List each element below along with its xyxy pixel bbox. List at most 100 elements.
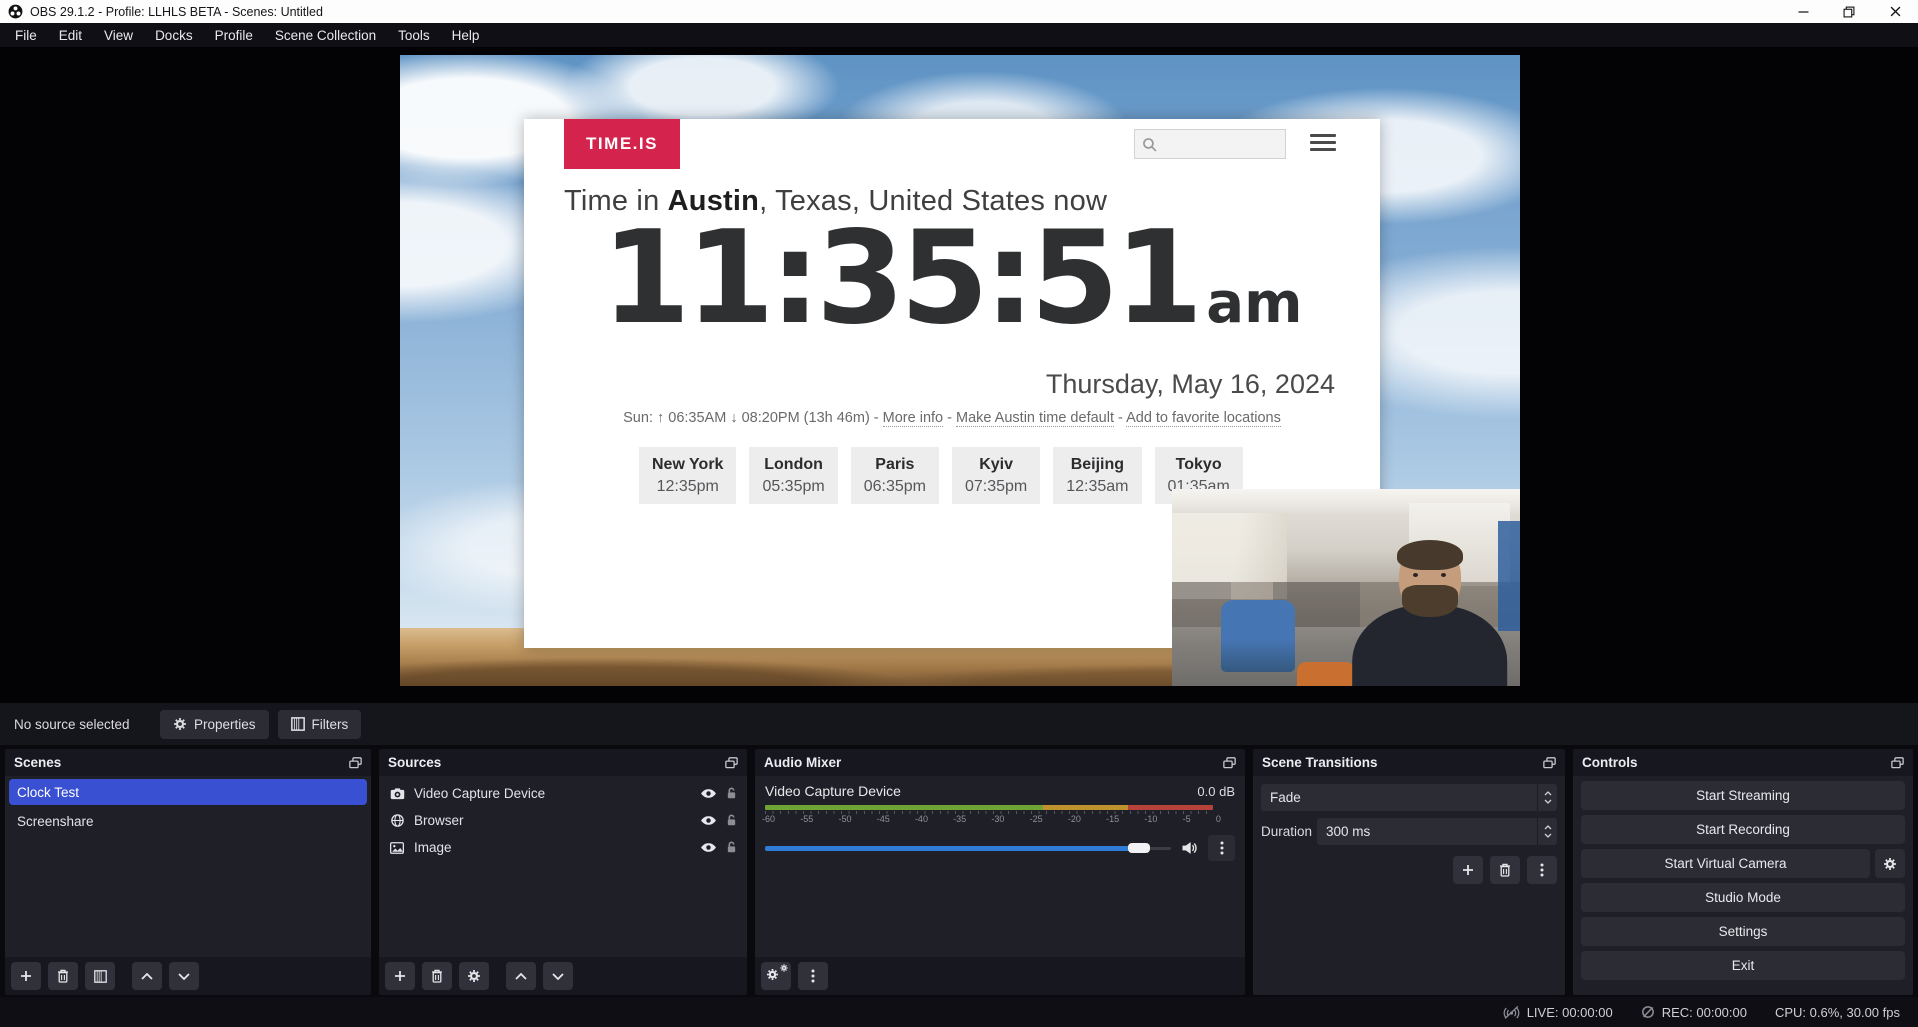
menu-edit[interactable]: Edit: [48, 23, 93, 47]
scene-transitions-header[interactable]: Scene Transitions: [1253, 749, 1565, 776]
scene-item[interactable]: Clock Test: [9, 779, 367, 805]
scenes-panel-header[interactable]: Scenes: [5, 749, 371, 776]
remove-transition-button[interactable]: [1490, 856, 1520, 884]
move-source-up-button[interactable]: [506, 962, 536, 990]
filters-button[interactable]: Filters: [278, 710, 362, 739]
trash-icon: [431, 969, 443, 983]
mixer-toolbar: [755, 957, 1245, 995]
popout-icon[interactable]: [1543, 757, 1556, 769]
link-add-favorite: Add to favorite locations: [1126, 410, 1281, 427]
volume-slider[interactable]: [765, 842, 1171, 854]
preview-canvas[interactable]: TIME.IS Time in Austin, Texas, United St…: [0, 47, 1918, 703]
timeis-logo: TIME.IS: [564, 119, 680, 169]
meter-tick-label: -40: [915, 814, 928, 824]
trash-icon: [57, 969, 69, 983]
menu-tools[interactable]: Tools: [387, 23, 441, 47]
restore-icon: [1843, 6, 1855, 18]
scene-list: Clock Test Screenshare: [5, 776, 371, 957]
virtual-camera-settings-button[interactable]: [1875, 849, 1905, 878]
kebab-icon: [1220, 841, 1224, 855]
minimize-button[interactable]: [1780, 0, 1826, 23]
move-source-down-button[interactable]: [543, 962, 573, 990]
chevron-down-icon: [1544, 833, 1552, 838]
meter-tick-label: -10: [1144, 814, 1157, 824]
source-row[interactable]: Image: [379, 834, 747, 861]
studio-mode-button[interactable]: Studio Mode: [1581, 883, 1905, 912]
menu-scene-collection[interactable]: Scene Collection: [264, 23, 387, 47]
search-box: [1134, 129, 1286, 159]
lock-open-icon[interactable]: [726, 787, 737, 800]
visibility-eye-icon[interactable]: [700, 788, 717, 799]
audio-meter: [765, 805, 1213, 810]
speaker-icon[interactable]: [1181, 841, 1198, 855]
close-button[interactable]: [1872, 0, 1918, 23]
popout-icon[interactable]: [349, 757, 362, 769]
mixer-channel-name: Video Capture Device: [765, 783, 901, 799]
start-recording-button[interactable]: Start Recording: [1581, 815, 1905, 844]
meter-tick-label: -60: [762, 814, 775, 824]
add-source-button[interactable]: [385, 962, 415, 990]
move-scene-up-button[interactable]: [132, 962, 162, 990]
source-row[interactable]: Video Capture Device: [379, 780, 747, 807]
program-preview[interactable]: TIME.IS Time in Austin, Texas, United St…: [400, 55, 1520, 686]
menu-profile[interactable]: Profile: [204, 23, 264, 47]
visibility-eye-icon[interactable]: [700, 815, 717, 826]
mixer-menu-button[interactable]: [798, 962, 828, 990]
menu-file[interactable]: File: [4, 23, 48, 47]
restore-button[interactable]: [1826, 0, 1872, 23]
add-scene-button[interactable]: [11, 962, 41, 990]
advanced-audio-properties-button[interactable]: [761, 962, 791, 990]
webcam-overlay[interactable]: [1172, 489, 1520, 686]
exit-button[interactable]: Exit: [1581, 951, 1905, 980]
audio-mixer-header[interactable]: Audio Mixer: [755, 749, 1245, 776]
menu-help[interactable]: Help: [441, 23, 491, 47]
chevron-up-icon: [1544, 791, 1552, 796]
source-list: Video Capture Device Browser Image: [379, 776, 747, 957]
transition-properties-button[interactable]: [1527, 856, 1557, 884]
gear-icon: [467, 969, 481, 983]
source-properties-button[interactable]: [459, 962, 489, 990]
chevron-up-icon: [515, 973, 527, 980]
lock-open-icon[interactable]: [726, 841, 737, 854]
volume-handle[interactable]: [1128, 843, 1150, 853]
mixer-channel-menu-button[interactable]: [1208, 835, 1235, 861]
plus-icon: [20, 970, 32, 982]
menu-docks[interactable]: Docks: [144, 23, 204, 47]
start-virtual-camera-button[interactable]: Start Virtual Camera: [1581, 849, 1870, 878]
person-beard: [1402, 585, 1458, 617]
popout-icon[interactable]: [1891, 757, 1904, 769]
duration-spinbox[interactable]: 300 ms: [1317, 818, 1557, 845]
mixer-channel: Video Capture Device 0.0 dB -60-55-50-45…: [755, 776, 1245, 957]
lock-open-icon[interactable]: [726, 814, 737, 827]
source-status-text: No source selected: [14, 717, 160, 732]
person-head: [1399, 543, 1461, 615]
meter-scale: -60-55-50-45-40-35-30-25-20-15-10-50: [762, 814, 1221, 824]
camera-icon: [389, 788, 405, 800]
remove-source-button[interactable]: [422, 962, 452, 990]
scene-item[interactable]: Screenshare: [9, 808, 367, 834]
popout-icon[interactable]: [725, 757, 738, 769]
remove-scene-button[interactable]: [48, 962, 78, 990]
plus-icon: [394, 970, 406, 982]
transition-select[interactable]: Fade: [1261, 784, 1557, 811]
meter-tick-label: -20: [1068, 814, 1081, 824]
volume-fill: [765, 846, 1139, 851]
scene-filters-button[interactable]: [85, 962, 115, 990]
start-streaming-button[interactable]: Start Streaming: [1581, 781, 1905, 810]
status-bar: LIVE: 00:00:00 REC: 00:00:00 CPU: 0.6%, …: [0, 997, 1918, 1027]
move-scene-down-button[interactable]: [169, 962, 199, 990]
menu-view[interactable]: View: [93, 23, 144, 47]
controls-header[interactable]: Controls: [1573, 749, 1913, 776]
add-transition-button[interactable]: [1453, 856, 1483, 884]
record-inactive-icon: [1641, 1005, 1655, 1019]
close-icon: [1890, 6, 1901, 17]
settings-button[interactable]: Settings: [1581, 917, 1905, 946]
properties-button[interactable]: Properties: [160, 710, 269, 739]
source-row[interactable]: Browser: [379, 807, 747, 834]
gear-icon: [173, 717, 187, 731]
sources-panel-header[interactable]: Sources: [379, 749, 747, 776]
popout-icon[interactable]: [1223, 757, 1236, 769]
city-tile-london: London05:35pm: [749, 447, 837, 504]
spinbox-arrows[interactable]: [1537, 818, 1557, 845]
visibility-eye-icon[interactable]: [700, 842, 717, 853]
